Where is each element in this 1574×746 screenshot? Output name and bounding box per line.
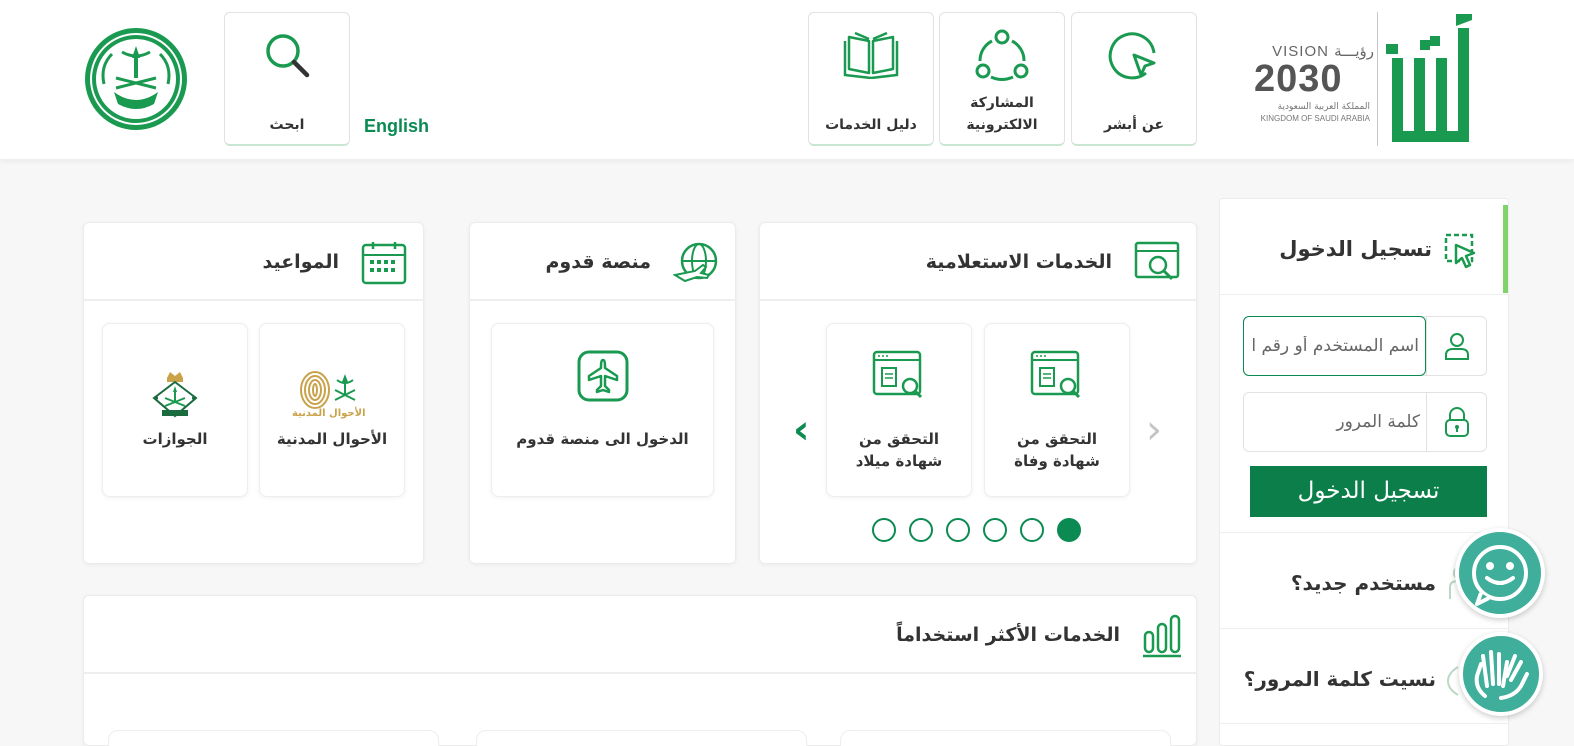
- panel-title: المواعيد: [262, 251, 339, 273]
- nav-about-absher[interactable]: عن أبشر: [1071, 12, 1197, 146]
- search-button[interactable]: ابحث: [224, 12, 350, 146]
- tile-passports[interactable]: الجوازات: [102, 323, 248, 497]
- carousel-next-arrow[interactable]: ‹: [793, 410, 809, 450]
- most-used-services-panel: الخدمات الأكثر استخداماً: [83, 595, 1197, 746]
- nav-services-guide[interactable]: دليل الخدمات: [808, 12, 934, 146]
- vision-english: KINGDOM OF SAUDI ARABIA: [1260, 114, 1370, 123]
- panel-header: الخدمات الأكثر استخداماً: [84, 596, 1196, 674]
- divider: [1220, 723, 1508, 724]
- carousel-dot[interactable]: [872, 518, 896, 542]
- english-language-link[interactable]: English: [364, 116, 429, 137]
- password-field: [1243, 392, 1487, 452]
- username-field: [1243, 316, 1487, 376]
- tile-label: الجوازات: [142, 430, 208, 448]
- panel-title: الخدمات الاستعلامية: [925, 251, 1112, 273]
- forgot-password-link[interactable]: نسيت كلمة المرور؟: [1244, 667, 1436, 691]
- login-title: تسجيل الدخول: [1279, 237, 1432, 261]
- panel-header: المواعيد: [84, 223, 423, 301]
- password-input[interactable]: [1243, 393, 1426, 451]
- panel-title: منصة قدوم: [545, 251, 651, 273]
- search-label: ابحث: [269, 117, 305, 133]
- panel-header: الخدمات الاستعلامية: [760, 223, 1196, 301]
- divider: [1220, 294, 1508, 295]
- carousel-dot[interactable]: [1020, 518, 1044, 542]
- tile-verify-birth-certificate[interactable]: التحقق من شهادة ميلاد: [826, 323, 972, 497]
- document-search-icon: [872, 350, 923, 399]
- nav-label: دليل الخدمات: [825, 117, 917, 133]
- absher-logo[interactable]: [1384, 14, 1476, 146]
- panel-title: الخدمات الأكثر استخداماً: [896, 624, 1120, 646]
- username-input[interactable]: [1243, 316, 1426, 376]
- logo-divider: [1377, 12, 1378, 146]
- tile-label: التحقق من شهادة وفاة: [1014, 430, 1100, 470]
- civil-affairs-logo-text: الأحوال المدنية: [292, 408, 366, 419]
- cursor-circle-icon: [1108, 32, 1156, 80]
- browser-search-icon: [1134, 241, 1180, 281]
- key-icon: [1446, 666, 1459, 696]
- carousel-dots: [872, 518, 1081, 542]
- carousel-dot[interactable]: [946, 518, 970, 542]
- ministry-emblem[interactable]: [82, 26, 190, 132]
- airplane-icon: [577, 350, 628, 402]
- divider: [1220, 628, 1508, 629]
- tile-label: التحقق من شهادة ميلاد: [855, 430, 943, 470]
- login-cursor-icon: [1444, 233, 1476, 269]
- new-user-link[interactable]: مستخدم جديد؟: [1291, 571, 1436, 595]
- carousel-prev-arrow[interactable]: ›: [1146, 410, 1162, 450]
- book-icon: [843, 31, 899, 79]
- vision-2030-logo: VISION رؤيـــة 2030 المملكة العربية السع…: [1252, 40, 1374, 126]
- vision-year: 2030: [1254, 58, 1343, 100]
- carousel-dot[interactable]: [983, 518, 1007, 542]
- share-network-icon: [975, 29, 1029, 81]
- carousel-dot[interactable]: [909, 518, 933, 542]
- accent-bar: [1503, 205, 1508, 293]
- login-submit-button[interactable]: تسجيل الدخول: [1250, 466, 1487, 517]
- tile-qudoom-login[interactable]: الدخول الى منصة قدوم: [491, 323, 714, 497]
- user-icon: [1426, 317, 1486, 375]
- search-icon: [266, 34, 310, 78]
- carousel-dot-active[interactable]: [1057, 518, 1081, 542]
- vision-arabic: المملكة العربية السعودية: [1277, 102, 1370, 112]
- inquiry-services-panel: الخدمات الاستعلامية: [759, 222, 1197, 564]
- hands-icon: [1474, 650, 1529, 700]
- calendar-icon: [361, 242, 407, 285]
- tile-civil-affairs[interactable]: الأحوال المدنية الأحوال المدنية: [259, 323, 405, 497]
- nav-e-participation[interactable]: المشاركة الالكترونية: [939, 12, 1065, 146]
- divider: [1220, 532, 1508, 533]
- bar-chart-icon: [1143, 614, 1181, 658]
- tile-verify-death-certificate[interactable]: التحقق من شهادة وفاة: [984, 323, 1130, 497]
- tile-label: الدخول الى منصة قدوم: [516, 430, 689, 448]
- most-used-card[interactable]: [108, 730, 439, 746]
- chat-bot-icon: [1472, 545, 1528, 606]
- sign-language-button[interactable]: [1459, 632, 1543, 716]
- chat-assistant-button[interactable]: [1455, 528, 1545, 618]
- globe-plane-icon: [673, 242, 718, 283]
- nav-label: المشاركة الالكترونية: [966, 95, 1038, 133]
- lock-icon: [1426, 393, 1486, 451]
- document-search-icon: [1030, 350, 1081, 399]
- site-header: VISION رؤيـــة 2030 المملكة العربية السع…: [0, 0, 1574, 159]
- most-used-card[interactable]: [840, 730, 1171, 746]
- nav-label: عن أبشر: [1103, 117, 1165, 133]
- passports-emblem-icon: [152, 372, 198, 418]
- tile-label: الأحوال المدنية: [276, 430, 388, 448]
- most-used-card[interactable]: [476, 730, 807, 746]
- panel-header: منصة قدوم: [470, 223, 735, 301]
